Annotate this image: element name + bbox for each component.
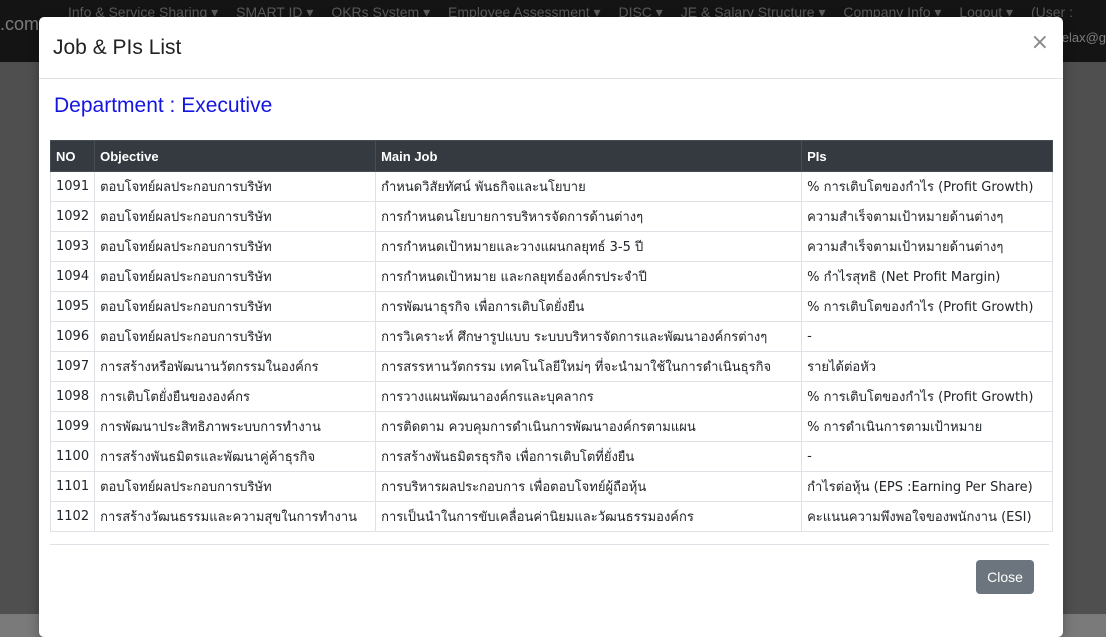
cell-pis: ความสำเร็จตามเป้าหมายด้านต่างๆ — [801, 231, 1053, 262]
cell-no: 1101 — [49, 471, 96, 502]
table-row: 1098 การเติบโตยั่งยืนขององค์กร การวางแผนพั… — [49, 381, 1053, 412]
cell-no: 1095 — [49, 291, 96, 322]
cell-no: 1094 — [49, 261, 96, 292]
cell-pis: % การเติบโตของกำไร (Profit Growth) — [801, 381, 1053, 412]
cell-objective: การพัฒนาประสิทธิภาพระบบการทำงาน — [94, 411, 377, 442]
cell-pis: คะแนนความพึงพอใจของพนักงาน (ESI) — [801, 501, 1053, 532]
close-button[interactable]: Close — [976, 560, 1034, 594]
table-row: 1091 ตอบโจทย์ผลประกอบการบริษัท กำหนดวิสัยท… — [49, 171, 1053, 202]
table-row: 1093 ตอบโจทย์ผลประกอบการบริษัท การกำหนดเป้… — [49, 231, 1053, 262]
cell-main-job: กำหนดวิสัยทัศน์ พันธกิจและนโยบาย — [375, 171, 803, 202]
table-row: 1095 ตอบโจทย์ผลประกอบการบริษัท การพัฒนาธุร… — [49, 291, 1053, 322]
cell-objective: ตอบโจทย์ผลประกอบการบริษัท — [94, 291, 377, 322]
footer-divider — [50, 544, 1049, 545]
cell-main-job: การพัฒนาธุรกิจ เพื่อการเติบโตยั่งยืน — [375, 291, 803, 322]
cell-main-job: การสร้างพันธมิตรธุรกิจ เพื่อการเติบโตที่… — [375, 441, 803, 472]
job-pis-table: NO Objective Main Job PIs 1091 ตอบโจทย์ผล… — [49, 140, 1053, 532]
cell-pis: - — [801, 321, 1053, 352]
table-row: 1102 การสร้างวัฒนธรรมและความสุขในการทำงาน… — [49, 501, 1053, 532]
table-row: 1101 ตอบโจทย์ผลประกอบการบริษัท การบริหารผล… — [49, 471, 1053, 502]
department-value: Executive — [181, 94, 273, 117]
cell-objective: ตอบโจทย์ผลประกอบการบริษัท — [94, 471, 377, 502]
modal-header: Job & PIs List × — [39, 17, 1063, 79]
cell-no: 1097 — [49, 351, 96, 382]
table-row: 1094 ตอบโจทย์ผลประกอบการบริษัท การกำหนดเป้… — [49, 261, 1053, 292]
cell-main-job: การวิเคราะห์ ศึกษารูปแบบ ระบบบริหารจัดกา… — [375, 321, 803, 352]
column-header-main-job: Main Job — [375, 140, 803, 172]
job-pis-modal: Job & PIs List × Department : Executive … — [39, 17, 1063, 637]
cell-main-job: การสรรหานวัตกรรม เทคโนโลยีใหม่ๆ ที่จะนำม… — [375, 351, 803, 382]
cell-objective: ตอบโจทย์ผลประกอบการบริษัท — [94, 171, 377, 202]
cell-pis: กำไรต่อหุ้น (EPS :Earning Per Share) — [801, 471, 1053, 502]
cell-main-job: การกำหนดเป้าหมาย และกลยุทธ์องค์กรประจำปี — [375, 261, 803, 292]
cell-pis: % การเติบโตของกำไร (Profit Growth) — [801, 291, 1053, 322]
column-header-no: NO — [49, 140, 96, 172]
cell-pis: % การดำเนินการตามเป้าหมาย — [801, 411, 1053, 442]
table-row: 1092 ตอบโจทย์ผลประกอบการบริษัท การกำหนดนโย… — [49, 201, 1053, 232]
cell-main-job: การเป็นนำในการขับเคลื่อนค่านิยมและวัฒนธร… — [375, 501, 803, 532]
cell-main-job: การกำหนดเป้าหมายและวางแผนกลยุทธ์ 3-5 ปี — [375, 231, 803, 262]
cell-no: 1099 — [49, 411, 96, 442]
cell-pis: % การเติบโตของกำไร (Profit Growth) — [801, 171, 1053, 202]
table-row: 1099 การพัฒนาประสิทธิภาพระบบการทำงาน การติ… — [49, 411, 1053, 442]
cell-main-job: การติดตาม ควบคุมการดำเนินการพัฒนาองค์กรต… — [375, 411, 803, 442]
cell-objective: ตอบโจทย์ผลประกอบการบริษัท — [94, 321, 377, 352]
cell-main-job: การกำหนดนโยบายการบริหารจัดการด้านต่างๆ — [375, 201, 803, 232]
cell-objective: การสร้างพันธมิตรและพัฒนาคู่ค้าธุรกิจ — [94, 441, 377, 472]
cell-no: 1093 — [49, 231, 96, 262]
cell-main-job: การวางแผนพัฒนาองค์กรและบุคลากร — [375, 381, 803, 412]
cell-no: 1091 — [49, 171, 96, 202]
cell-pis: รายได้ต่อหัว — [801, 351, 1053, 382]
cell-no: 1100 — [49, 441, 96, 472]
column-header-objective: Objective — [94, 140, 377, 172]
cell-objective: การเติบโตยั่งยืนขององค์กร — [94, 381, 377, 412]
department-heading: Department : Executive — [54, 94, 272, 118]
cell-objective: การสร้างวัฒนธรรมและความสุขในการทำงาน — [94, 501, 377, 532]
cell-pis: - — [801, 441, 1053, 472]
cell-objective: ตอบโจทย์ผลประกอบการบริษัท — [94, 201, 377, 232]
table-header-row: NO Objective Main Job PIs — [49, 140, 1053, 172]
column-header-pis: PIs — [801, 140, 1053, 172]
cell-main-job: การบริหารผลประกอบการ เพื่อตอบโจทย์ผู้ถือ… — [375, 471, 803, 502]
close-icon[interactable]: × — [1031, 32, 1049, 54]
cell-no: 1102 — [49, 501, 96, 532]
department-label: Department : — [54, 94, 182, 117]
table-row: 1097 การสร้างหรือพัฒนานวัตกรรมในองค์กร การ… — [49, 351, 1053, 382]
cell-pis: % กำไรสุทธิ (Net Profit Margin) — [801, 261, 1053, 292]
cell-no: 1098 — [49, 381, 96, 412]
cell-no: 1096 — [49, 321, 96, 352]
cell-objective: ตอบโจทย์ผลประกอบการบริษัท — [94, 231, 377, 262]
table-row: 1096 ตอบโจทย์ผลประกอบการบริษัท การวิเคราะห… — [49, 321, 1053, 352]
modal-title: Job & PIs List — [53, 36, 182, 59]
cell-objective: ตอบโจทย์ผลประกอบการบริษัท — [94, 261, 377, 292]
cell-pis: ความสำเร็จตามเป้าหมายด้านต่างๆ — [801, 201, 1053, 232]
cell-no: 1092 — [49, 201, 96, 232]
table-row: 1100 การสร้างพันธมิตรและพัฒนาคู่ค้าธุรกิจ… — [49, 441, 1053, 472]
cell-objective: การสร้างหรือพัฒนานวัตกรรมในองค์กร — [94, 351, 377, 382]
